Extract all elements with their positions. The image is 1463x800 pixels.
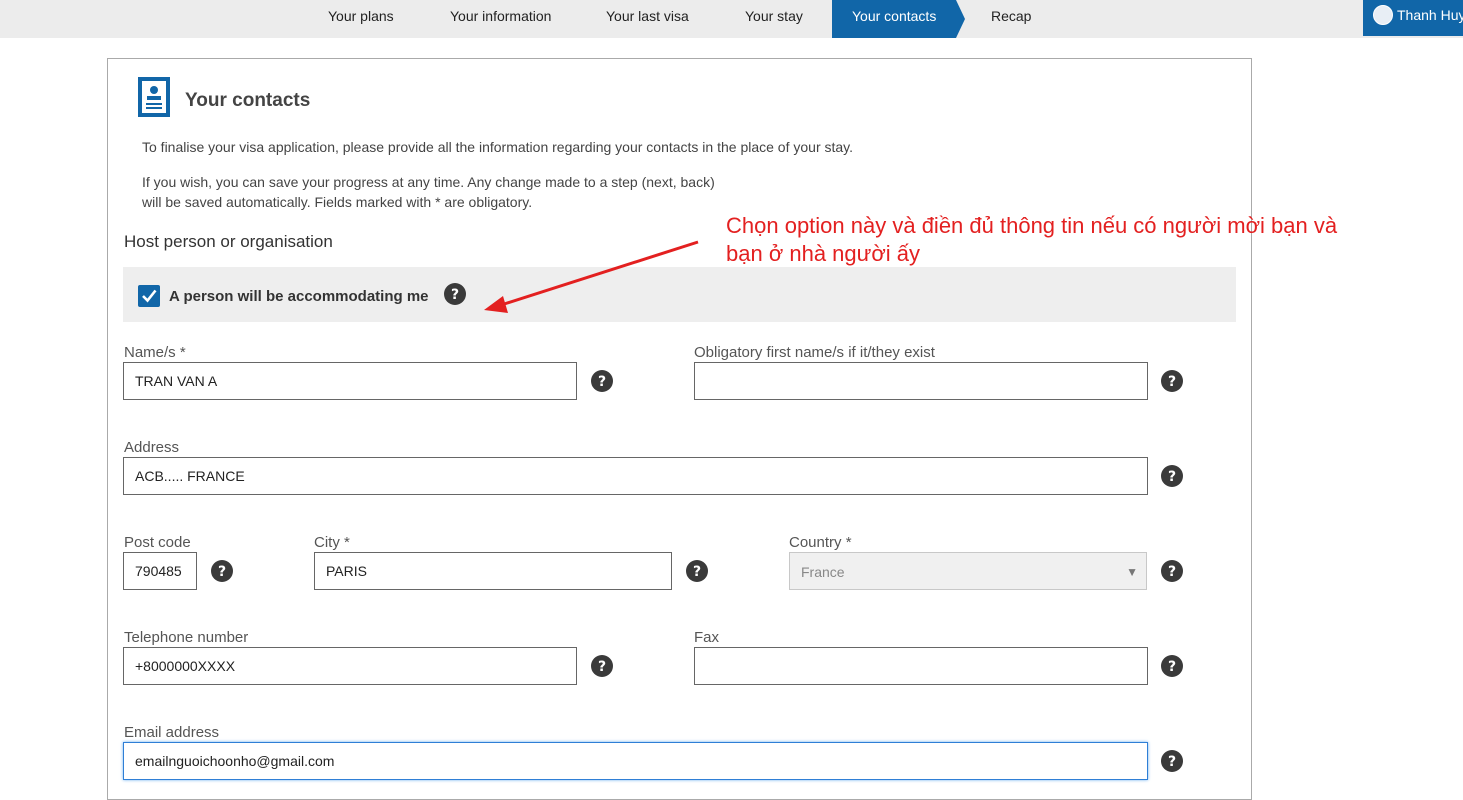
section-title: Host person or organisation	[124, 232, 333, 251]
checkmark-icon	[142, 289, 157, 303]
accommodation-option: A person will be accommodating me ?	[123, 267, 1236, 322]
step-your-last-visa[interactable]: Your last visa	[606, 0, 689, 38]
fax-input[interactable]	[694, 647, 1148, 685]
help-icon[interactable]: ?	[1161, 465, 1183, 487]
svg-text:?: ?	[451, 287, 459, 303]
country-select[interactable]: France ▼	[789, 552, 1147, 590]
red-annotation: Chọn option này và điền đủ thông tin nếu…	[726, 212, 1337, 268]
help-icon[interactable]: ?	[1161, 655, 1183, 677]
avatar	[1373, 5, 1393, 25]
name-input[interactable]	[123, 362, 577, 400]
svg-text:?: ?	[1168, 659, 1176, 675]
save-note-line1: If you wish, you can save your progress …	[142, 174, 715, 190]
step-your-stay[interactable]: Your stay	[745, 0, 803, 38]
dropdown-arrow-icon: ▼	[1126, 565, 1138, 579]
city-input[interactable]	[314, 552, 672, 590]
help-icon[interactable]: ?	[1161, 560, 1183, 582]
first-name-input[interactable]	[694, 362, 1148, 400]
accommodation-checkbox-label[interactable]: A person will be accommodating me	[169, 288, 429, 305]
svg-text:?: ?	[598, 659, 606, 675]
user-menu[interactable]: Thanh Huy	[1363, 0, 1463, 36]
svg-text:?: ?	[218, 564, 226, 580]
country-value: France	[801, 564, 845, 580]
contacts-panel	[107, 58, 1252, 800]
address-input[interactable]	[123, 457, 1148, 495]
email-label: Email address	[124, 724, 220, 741]
phone-input[interactable]	[123, 647, 577, 685]
help-icon[interactable]: ?	[591, 655, 613, 677]
accommodation-checkbox[interactable]	[138, 285, 160, 307]
intro-text: To finalise your visa application, pleas…	[142, 139, 854, 155]
annotation-line1: Chọn option này và điền đủ thông tin nếu…	[726, 213, 1338, 238]
save-note-line2: will be saved automatically. Fields mark…	[142, 194, 533, 210]
help-icon[interactable]: ?	[211, 560, 233, 582]
help-icon[interactable]: ?	[1161, 370, 1183, 392]
first-name-label: Obligatory first name/s if it/they exist	[694, 344, 935, 361]
annotation-line2: bạn ở nhà người ấy	[726, 241, 921, 266]
postcode-input[interactable]	[123, 552, 197, 590]
help-icon[interactable]: ?	[591, 370, 613, 392]
svg-text:?: ?	[1168, 754, 1176, 770]
user-name: Thanh Huy	[1397, 7, 1463, 23]
postcode-label: Post code	[124, 534, 191, 551]
step-your-contacts[interactable]: Your contacts	[832, 0, 966, 38]
top-nav: Your plans Your information Your last vi…	[0, 0, 1463, 38]
fax-label: Fax	[694, 629, 720, 646]
help-icon[interactable]: ?	[686, 560, 708, 582]
help-icon[interactable]: ?	[1161, 750, 1183, 772]
svg-text:?: ?	[693, 564, 701, 580]
phone-label: Telephone number	[124, 629, 249, 646]
email-input[interactable]	[123, 742, 1148, 780]
step-your-plans[interactable]: Your plans	[328, 0, 394, 38]
page-title: Your contacts	[185, 90, 311, 111]
contact-card-icon	[138, 77, 170, 117]
name-label: Name/s *	[124, 344, 186, 361]
svg-text:?: ?	[1168, 374, 1176, 390]
city-label: City *	[314, 534, 350, 551]
step-your-information[interactable]: Your information	[450, 0, 551, 38]
address-label: Address	[124, 439, 180, 456]
svg-text:?: ?	[1168, 564, 1176, 580]
svg-text:?: ?	[1168, 469, 1176, 485]
country-label: Country *	[789, 534, 852, 551]
step-recap[interactable]: Recap	[991, 0, 1031, 38]
help-icon[interactable]: ?	[444, 283, 466, 305]
svg-text:?: ?	[598, 374, 606, 390]
